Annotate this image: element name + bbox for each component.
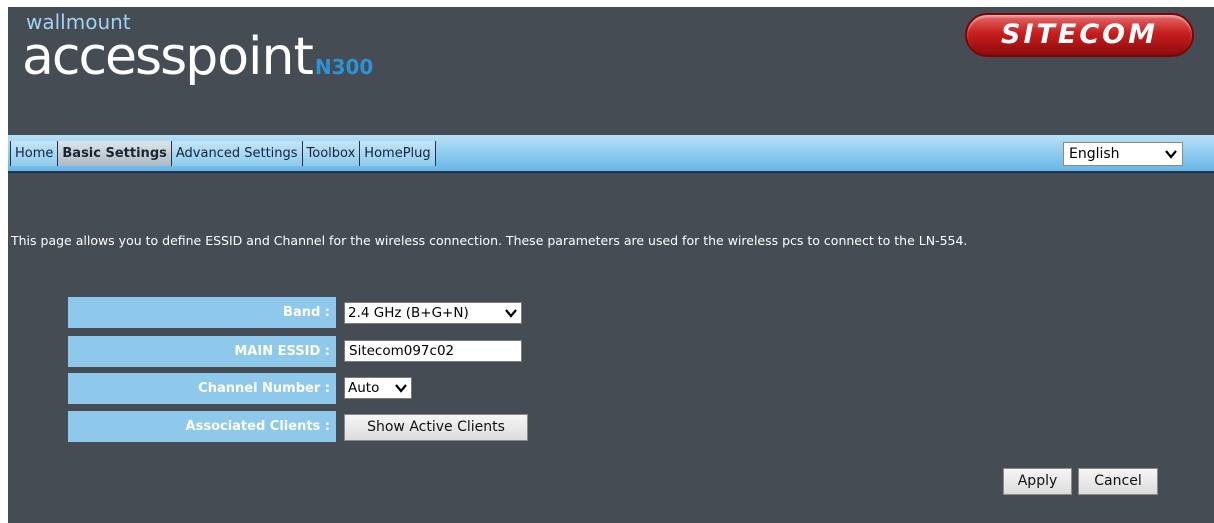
nav-tabs: Home Basic Settings Advanced Settings To… [10,141,436,166]
brand-title-point: point [185,27,314,87]
chevron-down-icon [505,309,517,318]
band-select[interactable]: 2.4 GHz (B+G+N) [344,302,522,324]
page-description: This page allows you to define ESSID and… [11,233,968,248]
brand-title: accesspoint N300 [22,25,373,99]
main-essid-label: MAIN ESSID : [68,336,336,367]
show-active-clients-button[interactable]: Show Active Clients [344,414,528,441]
chevron-down-icon [395,384,407,393]
cancel-button[interactable]: Cancel [1078,468,1158,495]
channel-select[interactable]: Auto [344,377,412,399]
channel-number-label: Channel Number : [68,373,336,404]
tab-toolbox[interactable]: Toolbox [301,141,361,166]
main-essid-input[interactable]: Sitecom097c02 [344,340,522,362]
apply-button[interactable]: Apply [1003,468,1072,495]
associated-clients-label: Associated Clients : [68,411,336,442]
tab-home[interactable]: Home [10,141,59,166]
band-label: Band : [68,297,336,328]
language-select-value: English [1069,146,1120,162]
page-frame: wallmount accesspoint N300 SITECOM Home B… [8,7,1214,523]
tab-basic-settings[interactable]: Basic Settings [57,141,172,166]
language-select[interactable]: English [1063,142,1183,166]
sitecom-logo: SITECOM [965,13,1194,57]
brand-model: N300 [314,55,374,79]
band-select-value: 2.4 GHz (B+G+N) [348,305,469,321]
tab-advanced-settings[interactable]: Advanced Settings [170,141,303,166]
brand-title-access: access [22,27,187,87]
nav-bar: Home Basic Settings Advanced Settings To… [8,135,1214,173]
tab-homeplug[interactable]: HomePlug [359,141,436,166]
channel-select-value: Auto [348,380,380,396]
chevron-down-icon [1165,150,1177,159]
